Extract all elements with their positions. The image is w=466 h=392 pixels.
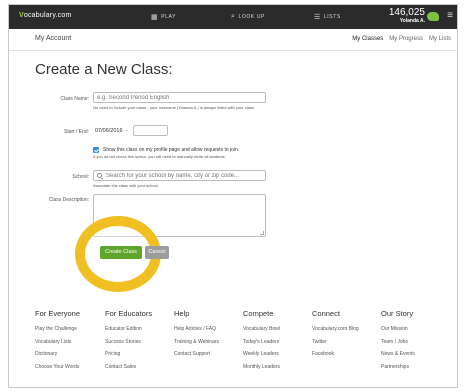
footer-col-everyone: For Everyone Play the Challenge Vocabula…: [35, 309, 105, 373]
my-lists-link[interactable]: My Lists: [429, 36, 451, 42]
school-search-icon: [97, 173, 102, 178]
top-nav: Vocabulary.com ▦ PLAY ⌕ LOOK UP ☰ LISTS …: [9, 5, 457, 29]
footer-col-connect: Connect Vocabulary.com Blog Twitter Face…: [312, 309, 382, 361]
footer-link[interactable]: Choose Your Words: [35, 361, 105, 374]
footer-link[interactable]: Help Articles / FAQ: [174, 323, 244, 336]
footer-link[interactable]: Monthly Leaders: [243, 361, 313, 374]
footer-heading: Our Story: [381, 309, 414, 318]
grid-icon: ▦: [151, 14, 159, 21]
footer-link[interactable]: Vocabulary Lists: [35, 336, 105, 349]
footer-heading: Compete: [243, 309, 274, 318]
footer-link[interactable]: Partnerships: [381, 361, 451, 374]
my-classes-link[interactable]: My Classes: [352, 36, 383, 42]
start-end-label: Start / End:: [63, 129, 89, 135]
footer-link[interactable]: Pricing: [105, 348, 175, 361]
footer-link[interactable]: Team / Jobs: [381, 336, 451, 349]
footer-link[interactable]: Vocabulary Bowl: [243, 323, 313, 336]
achievement-badge-icon[interactable]: [427, 12, 439, 21]
footer-link[interactable]: Dictionary: [35, 348, 105, 361]
site-logo[interactable]: Vocabulary.com: [19, 12, 71, 19]
show-on-profile-label: Show this class on my profile page and a…: [103, 147, 240, 153]
resize-handle-icon[interactable]: [260, 231, 264, 235]
footer-link[interactable]: Contact Sales: [105, 361, 175, 374]
footer-heading: For Everyone: [35, 309, 81, 318]
lookup-nav-button[interactable]: ⌕ LOOK UP: [231, 13, 265, 21]
footer-col-help: Help Help Articles / FAQ Training & Webi…: [174, 309, 244, 361]
footer-col-educators: For Educators Educator Edition Success S…: [105, 309, 175, 373]
show-on-profile-checkbox[interactable]: [93, 147, 99, 153]
class-name-label: Class Name:: [60, 96, 89, 102]
username: Yolanda A.: [399, 18, 425, 24]
account-subnav: My Account My Classes My Progress My Lis…: [9, 29, 457, 51]
footer-link[interactable]: Training & Webinars: [174, 336, 244, 349]
footer-link[interactable]: Weekly Leaders: [243, 348, 313, 361]
footer-link[interactable]: Educator Edition: [105, 323, 175, 336]
footer-link[interactable]: Contact Support: [174, 348, 244, 361]
footer-col-story: Our Story Our Mission Team / Jobs News &…: [381, 309, 451, 373]
user-points[interactable]: 146,025 Yolanda A.: [389, 8, 425, 25]
start-date[interactable]: 07/06/2016 -: [95, 128, 127, 134]
description-label: Class Description:: [48, 197, 89, 203]
list-icon: ☰: [314, 14, 321, 21]
footer-link[interactable]: Play the Challenge: [35, 323, 105, 336]
browser-frame: Vocabulary.com ▦ PLAY ⌕ LOOK UP ☰ LISTS …: [8, 4, 458, 388]
footer-link[interactable]: Today's Leaders: [243, 336, 313, 349]
footer-heading: For Educators: [105, 309, 153, 318]
footer-link[interactable]: Facebook: [312, 348, 382, 361]
class-name-input[interactable]: [93, 92, 266, 103]
show-on-profile-hint: If you do not check this option, you wil…: [93, 154, 226, 159]
footer-link[interactable]: Our Mission: [381, 323, 451, 336]
points-count: 146,025: [388, 7, 425, 18]
search-icon: ⌕: [231, 13, 236, 20]
footer-link[interactable]: News & Events: [381, 348, 451, 361]
end-date-input[interactable]: [133, 125, 168, 136]
school-label: School:: [72, 174, 89, 180]
footer-link[interactable]: Twitter: [312, 336, 382, 349]
footer-heading: Connect: [312, 309, 340, 318]
account-title: My Account: [35, 35, 72, 42]
class-name-hint: No need to include your name - your nick…: [93, 105, 255, 110]
create-class-button[interactable]: Create Class: [100, 246, 142, 259]
school-hint: Associate this class with your school: [93, 183, 158, 188]
footer-link[interactable]: Vocabulary.com Blog: [312, 323, 382, 336]
footer-heading: Help: [174, 309, 190, 318]
school-search-input[interactable]: [93, 170, 266, 181]
footer-col-compete: Compete Vocabulary Bowl Today's Leaders …: [243, 309, 313, 373]
hamburger-icon[interactable]: ≡: [447, 11, 453, 21]
play-nav-button[interactable]: ▦ PLAY: [151, 13, 176, 21]
page-title: Create a New Class:: [35, 61, 173, 78]
account-links: My Classes My Progress My Lists: [352, 36, 451, 42]
lists-nav-button[interactable]: ☰ LISTS: [314, 13, 341, 21]
cancel-button[interactable]: Cancel: [145, 246, 169, 259]
footer-link[interactable]: Success Stories: [105, 336, 175, 349]
my-progress-link[interactable]: My Progress: [389, 36, 423, 42]
